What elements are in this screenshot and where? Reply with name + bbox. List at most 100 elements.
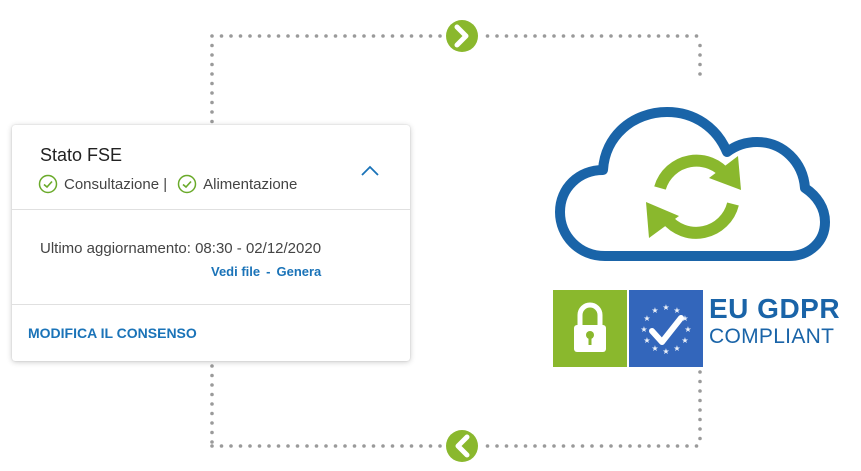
path-dot	[210, 119, 214, 124]
svg-text:★: ★	[681, 336, 688, 345]
path-dot	[343, 444, 347, 448]
link-separator: -	[266, 264, 271, 279]
last-update: Ultimo aggiornamento: 08:30 - 02/12/2020	[40, 240, 321, 257]
path-dot	[400, 34, 404, 38]
file-links: Vedi file - Genera	[211, 264, 321, 279]
path-dot	[552, 444, 556, 448]
path-dot	[698, 53, 702, 57]
path-dot	[647, 444, 651, 448]
path-dot	[666, 444, 670, 448]
path-dot	[685, 34, 689, 38]
path-dot	[324, 444, 328, 448]
path-dot	[210, 411, 214, 416]
path-dot	[647, 34, 651, 38]
svg-text:★: ★	[662, 347, 669, 356]
path-dot	[210, 440, 214, 444]
path-dot	[698, 43, 702, 48]
path-dot	[656, 444, 661, 448]
path-dot	[666, 34, 670, 38]
path-dot	[333, 34, 338, 38]
path-dot	[685, 444, 689, 448]
path-dot	[618, 444, 623, 448]
path-dot	[590, 444, 594, 448]
path-dot	[210, 81, 214, 86]
path-dot	[305, 34, 309, 38]
path-dot	[210, 383, 214, 387]
path-dot	[495, 34, 499, 38]
path-dot	[371, 34, 376, 38]
last-update-value: 08:30 - 02/12/2020	[195, 240, 322, 257]
path-dot	[248, 34, 252, 38]
path-dot	[295, 444, 300, 448]
path-dot	[219, 444, 224, 448]
path-dot	[276, 444, 281, 448]
status-alimentazione: Alimentazione	[203, 175, 298, 193]
svg-text:★: ★	[643, 314, 650, 323]
gdpr-subtitle: COMPLIANT	[709, 325, 835, 348]
path-dot	[628, 34, 632, 38]
path-dot	[257, 34, 262, 38]
view-file-link[interactable]: Vedi file	[211, 264, 260, 279]
gdpr-label: EU GDPR COMPLIANT	[709, 293, 841, 348]
chevron-up-icon[interactable]	[360, 163, 380, 177]
path-dot	[210, 421, 214, 425]
path-dot	[552, 34, 556, 38]
svg-text:★: ★	[640, 325, 647, 334]
path-dot	[257, 444, 262, 448]
last-update-label: Ultimo aggiornamento:	[40, 240, 191, 257]
path-dot	[219, 34, 224, 38]
path-dot	[286, 444, 290, 448]
path-dot	[618, 34, 623, 38]
path-dot	[698, 408, 702, 412]
cloud-sync-icon	[555, 107, 830, 261]
path-dot	[698, 72, 702, 76]
path-dot	[428, 444, 433, 448]
path-dot	[400, 444, 404, 448]
path-dot	[675, 34, 680, 38]
eu-check-icon: ★ ★ ★ ★ ★ ★ ★ ★ ★ ★ ★ ★	[629, 290, 703, 367]
path-dot	[698, 427, 702, 431]
path-dot	[580, 444, 585, 448]
svg-text:★: ★	[643, 336, 650, 345]
path-dot	[698, 398, 702, 403]
path-dot	[571, 34, 575, 38]
path-dot	[210, 364, 214, 368]
gdpr-title: EU GDPR	[709, 293, 841, 324]
path-dot	[419, 34, 423, 38]
path-dot	[210, 402, 214, 406]
path-dot	[428, 34, 433, 38]
path-dot	[210, 43, 214, 48]
path-dot	[628, 444, 632, 448]
path-dot	[504, 444, 509, 448]
path-dot	[656, 34, 661, 38]
path-dot	[698, 436, 702, 441]
svg-text:★: ★	[662, 303, 669, 312]
path-dot	[698, 370, 702, 374]
path-dot	[238, 34, 243, 38]
edit-consent-button[interactable]: MODIFICA IL CONSENSO	[28, 325, 197, 341]
generate-link[interactable]: Genera	[276, 264, 321, 279]
path-dot	[352, 34, 357, 38]
path-dot	[419, 444, 423, 448]
status-consultazione: Consultazione |	[64, 175, 168, 193]
path-dot	[637, 444, 642, 448]
path-dot	[381, 34, 385, 38]
path-dot	[514, 444, 518, 448]
path-dot	[409, 34, 414, 38]
path-dot	[314, 34, 319, 38]
path-dot	[210, 100, 214, 105]
path-dot	[324, 34, 328, 38]
path-dot	[533, 444, 537, 448]
path-dot	[599, 444, 604, 448]
status-row: Consultazione | Alimentazione	[38, 174, 297, 194]
path-dot	[542, 34, 547, 38]
path-dot	[333, 444, 338, 448]
path-dot	[698, 62, 702, 67]
path-dot	[599, 34, 604, 38]
path-dot	[238, 444, 243, 448]
path-dot	[210, 430, 214, 435]
chevron-left-icon	[446, 430, 478, 462]
path-dot	[533, 34, 537, 38]
path-dot	[305, 444, 309, 448]
path-dot	[352, 444, 357, 448]
